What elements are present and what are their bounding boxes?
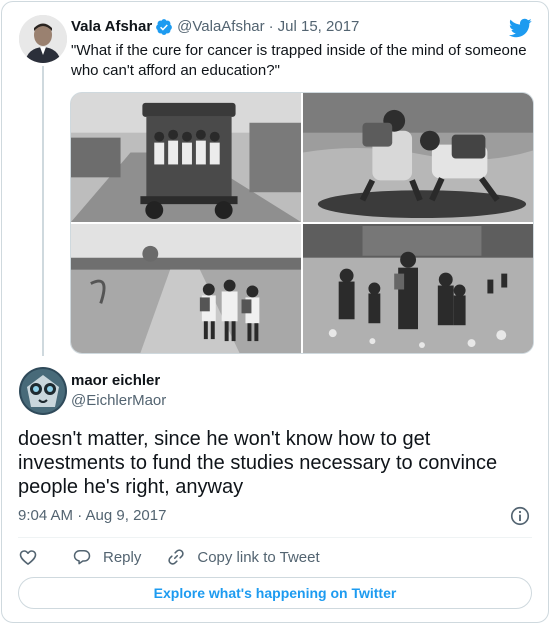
- heart-icon: [19, 550, 37, 565]
- like-button[interactable]: [18, 547, 38, 567]
- reply-bubble-icon: [73, 550, 91, 565]
- parent-author-name[interactable]: Vala Afshar: [71, 17, 152, 37]
- photo-children-crossing-water-icon: [303, 93, 533, 222]
- verified-badge-icon: [156, 19, 173, 35]
- copy-link-label: Copy link to Tweet: [197, 548, 320, 566]
- reply-author-handle[interactable]: @EichlerMaor: [71, 391, 166, 411]
- parent-tweet-text: "What if the cure for cancer is trapped …: [71, 42, 527, 79]
- photo-children-on-cart-icon: [71, 93, 301, 222]
- media-photo-4[interactable]: [303, 224, 533, 353]
- reply-button[interactable]: Reply: [72, 547, 141, 567]
- reply-timestamp[interactable]: 9:04 AM · Aug 9, 2017: [18, 506, 166, 526]
- header-separator: ·: [268, 18, 274, 35]
- reply-author-name[interactable]: maor eichler: [71, 371, 160, 391]
- parent-tweet-media-grid: [70, 92, 534, 354]
- info-icon[interactable]: [509, 505, 531, 527]
- media-photo-3[interactable]: [71, 224, 301, 353]
- tweet-actions-bar: Reply Copy link to Tweet: [18, 546, 320, 568]
- photo-children-walking-path-icon: [71, 224, 301, 353]
- reply-label: Reply: [103, 548, 142, 566]
- actions-divider: [18, 537, 532, 538]
- parent-author-handle[interactable]: @ValaAfshar: [177, 17, 265, 37]
- link-icon: [168, 549, 185, 565]
- thread-connector-line: [42, 66, 44, 356]
- reply-tweet-text: doesn't matter, since he won't know how …: [18, 428, 498, 498]
- explore-twitter-button[interactable]: Explore what's happening on Twitter: [18, 577, 532, 609]
- parent-tweet-header: Vala Afshar @ValaAfshar · Jul 15, 2017: [71, 17, 359, 37]
- photo-children-walking-village-icon: [303, 224, 533, 353]
- media-photo-2[interactable]: [303, 93, 533, 222]
- parent-tweet-date[interactable]: Jul 15, 2017: [278, 17, 360, 37]
- tweet-embed-card: Vala Afshar @ValaAfshar · Jul 15, 2017 "…: [1, 1, 549, 623]
- reply-author-avatar[interactable]: [19, 367, 67, 415]
- media-photo-1[interactable]: [71, 93, 301, 222]
- copy-link-button[interactable]: Copy link to Tweet: [166, 547, 320, 567]
- twitter-bird-icon[interactable]: [508, 16, 532, 40]
- parent-author-avatar[interactable]: [19, 15, 67, 63]
